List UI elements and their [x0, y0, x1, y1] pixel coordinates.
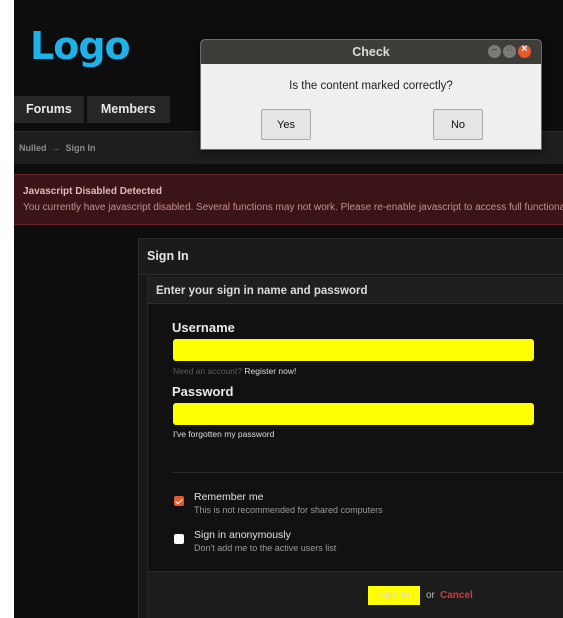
browser-page: Logo Forums Members Nulled → Sign In Javas…: [14, 0, 563, 618]
username-label: Username: [172, 320, 235, 335]
warning-text: You currently have javascript disabled. …: [23, 202, 563, 213]
check-dialog: Check Is the content marked correctly? Y…: [200, 39, 542, 150]
cancel-link[interactable]: Cancel: [440, 590, 473, 601]
site-logo[interactable]: Logo: [30, 24, 131, 68]
anonymous-desc: Don't add me to the active users list: [194, 543, 337, 553]
sign-in-button[interactable]: Sign In: [368, 586, 420, 605]
password-input[interactable]: [173, 403, 534, 425]
close-icon[interactable]: [518, 43, 531, 58]
anonymous-label[interactable]: Sign in anonymously: [194, 529, 291, 541]
breadcrumb-arrow-icon: →: [51, 143, 61, 153]
dialog-titlebar[interactable]: Check: [201, 40, 541, 64]
form-divider: [172, 472, 563, 473]
need-account-hint: Need an account? Register now!: [173, 366, 296, 376]
main-nav: Forums Members: [14, 96, 170, 123]
breadcrumb-root[interactable]: Nulled: [19, 143, 47, 153]
sign-in-form: Enter your sign in name and password Use…: [147, 277, 563, 618]
sign-in-panel: Sign In Enter your sign in name and pass…: [138, 238, 563, 618]
forgot-password-link[interactable]: I've forgotten my password: [173, 429, 274, 439]
anonymous-checkbox[interactable]: [174, 534, 184, 544]
maximize-icon[interactable]: [503, 45, 516, 58]
breadcrumb: Nulled → Sign In: [19, 143, 96, 153]
nav-tab-forums[interactable]: Forums: [14, 96, 84, 123]
password-label: Password: [172, 384, 234, 399]
form-subheading: Enter your sign in name and password: [148, 278, 563, 304]
nav-tab-members[interactable]: Members: [86, 96, 170, 123]
need-account-text: Need an account?: [173, 366, 242, 376]
breadcrumb-current: Sign In: [65, 143, 96, 153]
warning-title: Javascript Disabled Detected: [23, 186, 162, 197]
or-text: or: [426, 590, 435, 601]
register-link[interactable]: Register now!: [244, 366, 296, 376]
no-button[interactable]: No: [433, 109, 483, 140]
minimize-icon[interactable]: [488, 44, 501, 58]
panel-title: Sign In: [139, 239, 563, 275]
js-disabled-warning: Javascript Disabled Detected You current…: [14, 174, 563, 225]
dialog-question: Is the content marked correctly?: [289, 80, 453, 92]
yes-button[interactable]: Yes: [261, 109, 311, 140]
remember-me-desc: This is not recommended for shared compu…: [194, 505, 383, 515]
remember-me-checkbox[interactable]: [174, 496, 184, 506]
remember-me-label[interactable]: Remember me: [194, 491, 263, 503]
form-footer: Sign In or Cancel: [148, 571, 563, 618]
username-input[interactable]: [173, 339, 534, 361]
